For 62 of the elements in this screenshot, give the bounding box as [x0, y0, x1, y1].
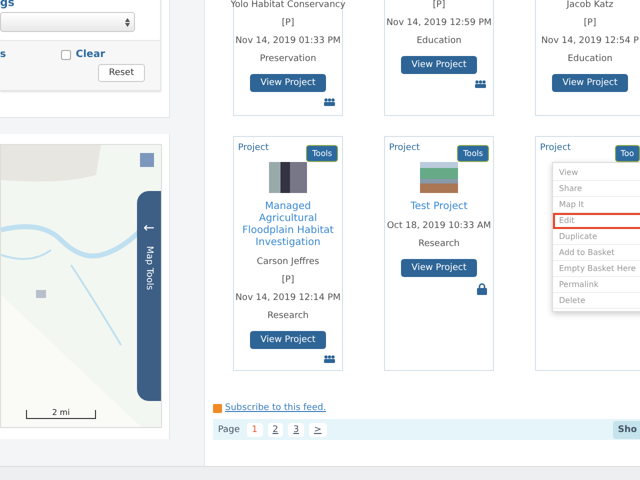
menu-item[interactable]: View	[553, 165, 640, 181]
menu-item[interactable]: Map It	[553, 197, 640, 213]
card-text: Nov 14, 2019 12:59 PM	[386, 18, 492, 28]
group-icon	[323, 98, 336, 106]
option-label: s	[0, 49, 6, 60]
map-marker-icon	[36, 290, 46, 298]
card-text: Preservation	[260, 54, 316, 64]
card-text: Nov 14, 2019 01:33 PM	[235, 36, 341, 46]
select-field[interactable]	[0, 12, 135, 32]
menu-item[interactable]: Add to Basket	[553, 245, 640, 261]
group-icon	[474, 80, 487, 88]
card-text: Research	[418, 239, 460, 249]
map-tools-tab[interactable]: ← Map Tools	[137, 191, 161, 401]
map[interactable]: 2 mi ← Map Tools	[0, 144, 162, 428]
card-type-label: Project	[540, 143, 571, 153]
view-project-button[interactable]: View Project	[250, 74, 326, 92]
checkbox-label: Clear	[76, 49, 105, 60]
card-text: Carson Jeffres	[256, 257, 320, 267]
view-project-button[interactable]: View Project	[401, 259, 476, 277]
card-text: [P]	[432, 0, 446, 10]
tools-button[interactable]: Too	[614, 145, 640, 162]
card-type-label: Project	[238, 143, 269, 153]
clear-checkbox[interactable]	[60, 50, 71, 60]
reset-button[interactable]: Reset	[98, 64, 145, 82]
view-project-button[interactable]: View Project	[250, 331, 326, 349]
menu-item[interactable]: Duplicate	[553, 229, 640, 245]
card-type-label: Project	[389, 143, 420, 153]
select-arrows-icon	[125, 18, 130, 26]
card-text: [P]	[282, 275, 294, 285]
page-link[interactable]: 1	[246, 422, 263, 436]
card-text: Education	[416, 36, 462, 46]
card-text: Nov 14, 2019 12:54 P	[541, 36, 639, 46]
page-link[interactable]: 3	[288, 422, 304, 436]
project-title-link[interactable]: Test Project	[410, 201, 468, 213]
expand-icon[interactable]	[140, 153, 154, 167]
view-project-button[interactable]: View Project	[552, 74, 628, 92]
project-title-link[interactable]: Managed Agricultural Floodplain Habitat Investigation	[238, 201, 338, 249]
card-text: Education	[568, 54, 612, 64]
view-project-button[interactable]: View Project	[401, 56, 476, 74]
card-text: Nov 14, 2019 12:14 PM	[235, 293, 341, 303]
menu-item[interactable]: Share	[553, 181, 640, 197]
card-text: [P]	[282, 18, 294, 28]
field-label: gs	[0, 0, 16, 9]
photo-placeholder	[269, 162, 307, 193]
tools-button[interactable]: Tools	[457, 145, 489, 162]
photo-placeholder	[420, 162, 458, 193]
card-text: Oct 18, 2019 10:33 AM	[386, 221, 492, 231]
card-text: Jacob Katz	[566, 0, 614, 10]
next-page-link[interactable]: >	[309, 422, 327, 436]
lock-icon	[477, 283, 487, 295]
card-text: [P]	[584, 18, 596, 28]
subscribe-link[interactable]: Subscribe to this feed.	[225, 403, 326, 413]
scale-bar: 2 mi	[26, 410, 96, 419]
show-button[interactable]: Sho	[612, 420, 640, 438]
rss-icon	[213, 404, 222, 412]
tools-button[interactable]: Tools	[306, 145, 338, 162]
card-text: Yolo Habitat Conservancy	[230, 0, 346, 10]
group-icon	[323, 355, 336, 363]
card-text: Research	[267, 311, 309, 321]
page-link[interactable]: 2	[268, 422, 284, 436]
page-label: Page	[218, 424, 240, 434]
menu-item[interactable]: Permalink	[553, 277, 640, 293]
